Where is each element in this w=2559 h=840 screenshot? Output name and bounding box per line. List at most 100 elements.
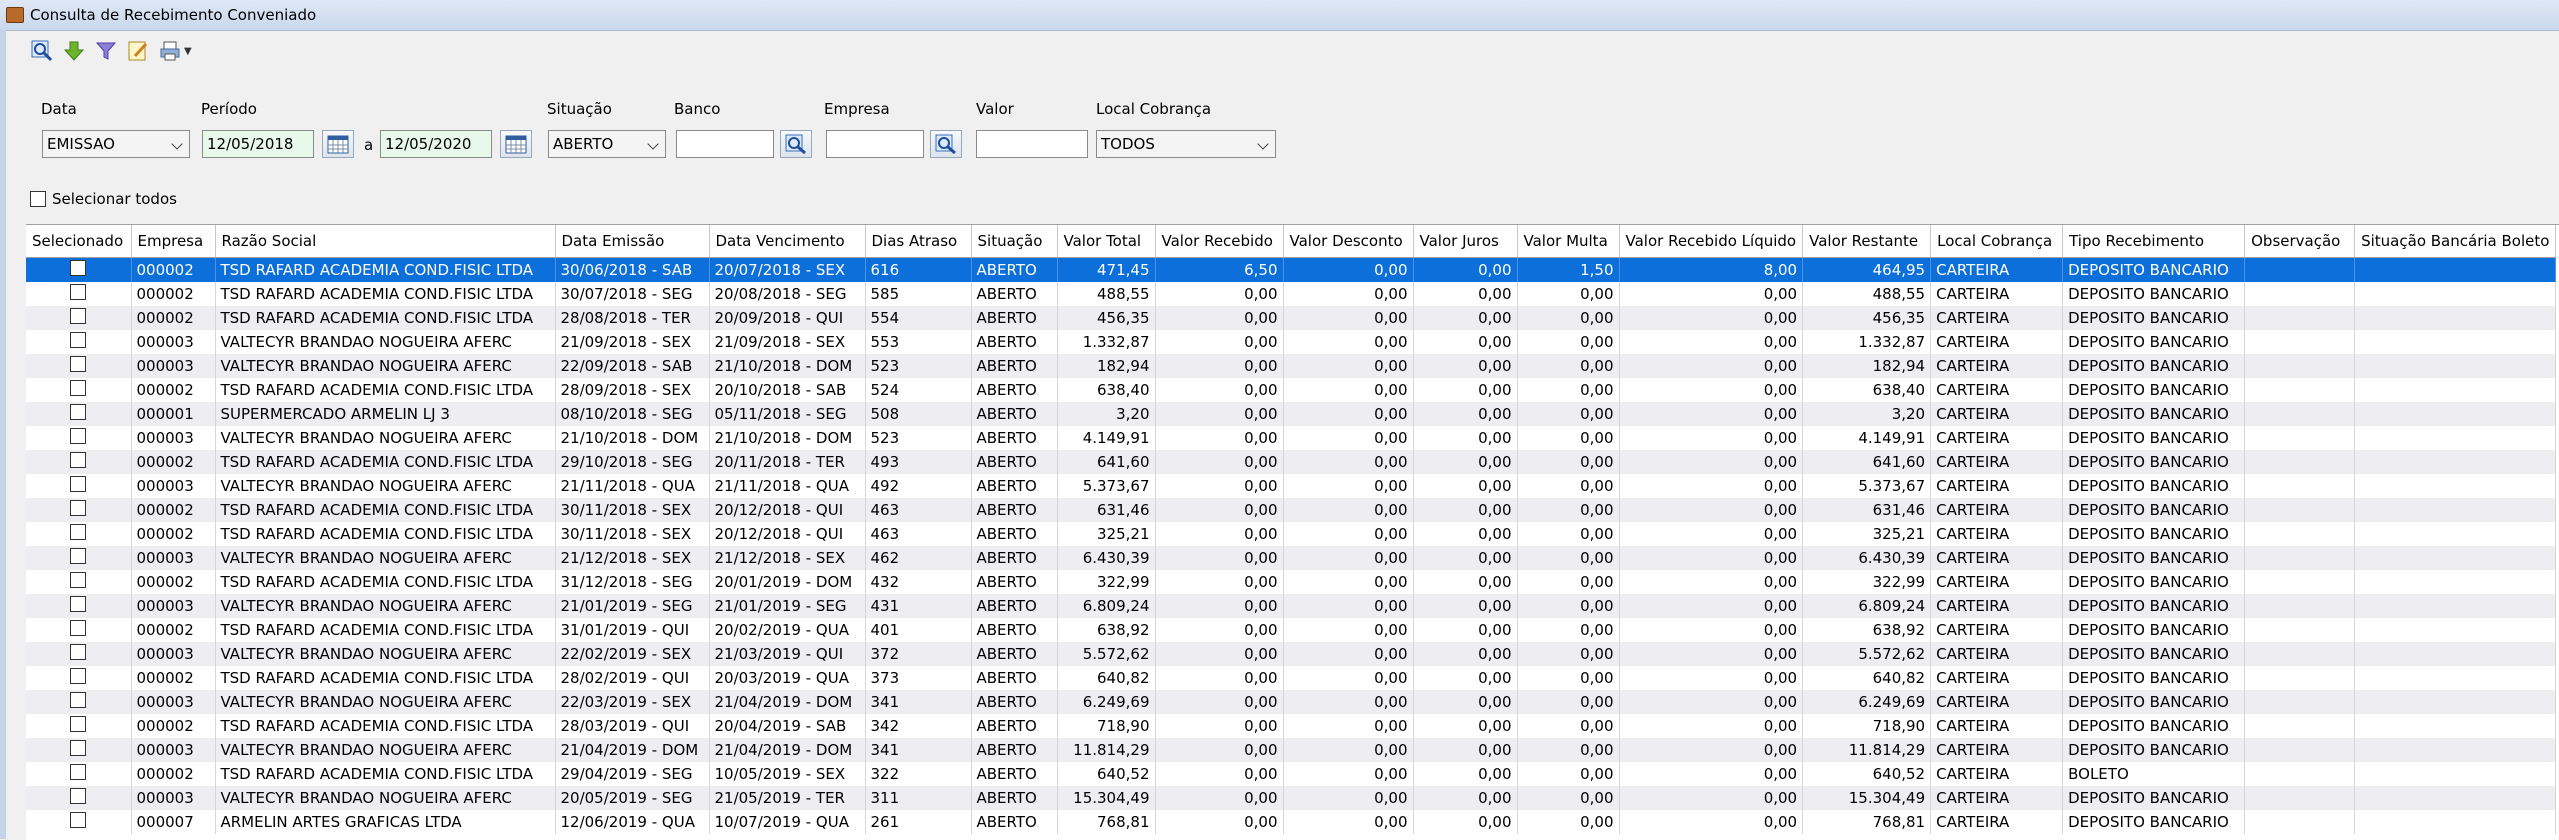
local-cobranca-select[interactable]: TODOS: [1096, 130, 1276, 158]
row-select-cell[interactable]: [26, 498, 132, 522]
download-arrow-icon[interactable]: [62, 39, 86, 63]
print-dropdown-icon[interactable]: ▼: [184, 46, 192, 57]
row-checkbox[interactable]: [70, 380, 87, 396]
table-row[interactable]: 000002 TSD RAFARD ACADEMIA COND.FISIC LTD…: [26, 666, 2557, 690]
table-row[interactable]: 000002 TSD RAFARD ACADEMIA COND.FISIC LTD…: [26, 378, 2557, 402]
row-select-cell[interactable]: [26, 570, 132, 594]
select-all-checkbox[interactable]: [30, 191, 46, 207]
table-row[interactable]: 000002 TSD RAFARD ACADEMIA COND.FISIC LTD…: [26, 618, 2557, 642]
column-header[interactable]: Local Cobrança: [1930, 225, 2064, 258]
table-row[interactable]: 000003 VALTECYR BRANDAO NOGUEIRA AFERC 21/…: [26, 594, 2557, 618]
row-select-cell[interactable]: [26, 330, 132, 354]
table-row[interactable]: 000002 TSD RAFARD ACADEMIA COND.FISIC LTD…: [26, 522, 2557, 546]
row-select-cell[interactable]: [26, 666, 132, 690]
row-select-cell[interactable]: [26, 714, 132, 738]
column-header[interactable]: Empresa: [131, 225, 216, 258]
row-checkbox[interactable]: [70, 644, 87, 660]
row-select-cell[interactable]: [26, 594, 132, 618]
row-checkbox[interactable]: [70, 596, 87, 612]
table-row[interactable]: 000002 TSD RAFARD ACADEMIA COND.FISIC LTD…: [26, 570, 2557, 594]
row-checkbox[interactable]: [70, 428, 87, 444]
column-header[interactable]: Valor Multa: [1517, 225, 1620, 258]
row-select-cell[interactable]: [26, 786, 132, 810]
row-select-cell[interactable]: [26, 426, 132, 450]
table-row[interactable]: 000007 ARMELIN ARTES GRAFICAS LTDA 12/06/2…: [26, 810, 2557, 834]
table-row[interactable]: 000002 TSD RAFARD ACADEMIA COND.FISIC LTD…: [26, 762, 2557, 786]
table-row[interactable]: 000003 VALTECYR BRANDAO NOGUEIRA AFERC 20/…: [26, 786, 2557, 810]
table-row[interactable]: 000003 VALTECYR BRANDAO NOGUEIRA AFERC 22/…: [26, 354, 2557, 378]
column-header[interactable]: Tipo Recebimento: [2062, 225, 2246, 258]
row-checkbox[interactable]: [70, 404, 87, 420]
row-select-cell[interactable]: [26, 257, 132, 282]
row-checkbox[interactable]: [70, 620, 87, 636]
row-select-cell[interactable]: [26, 618, 132, 642]
table-row[interactable]: 000002 TSD RAFARD ACADEMIA COND.FISIC LTD…: [26, 306, 2557, 330]
table-row[interactable]: 000003 VALTECYR BRANDAO NOGUEIRA AFERC 22/…: [26, 642, 2557, 666]
row-select-cell[interactable]: [26, 474, 132, 498]
calendar-to-button[interactable]: [500, 130, 532, 158]
row-checkbox[interactable]: [70, 500, 87, 516]
row-checkbox[interactable]: [70, 716, 87, 732]
row-checkbox[interactable]: [70, 668, 87, 684]
empresa-field[interactable]: [826, 130, 924, 158]
row-checkbox[interactable]: [70, 356, 87, 372]
row-select-cell[interactable]: [26, 642, 132, 666]
row-select-cell[interactable]: [26, 354, 132, 378]
row-checkbox[interactable]: [70, 812, 87, 828]
column-header[interactable]: Selecionado: [26, 225, 132, 258]
banco-field[interactable]: [676, 130, 774, 158]
column-header[interactable]: Observação: [2244, 225, 2356, 258]
table-row[interactable]: 000002 TSD RAFARD ACADEMIA COND.FISIC LTD…: [26, 282, 2557, 306]
row-select-cell[interactable]: [26, 690, 132, 714]
column-header[interactable]: Valor Total: [1057, 225, 1156, 258]
table-row[interactable]: 000003 VALTECYR BRANDAO NOGUEIRA AFERC 21/…: [26, 738, 2557, 762]
row-checkbox[interactable]: [70, 740, 87, 756]
empresa-search-button[interactable]: [930, 130, 962, 158]
row-select-cell[interactable]: [26, 738, 132, 762]
column-header[interactable]: Razão Social: [215, 225, 556, 258]
column-header[interactable]: Data Vencimento: [709, 225, 866, 258]
periodo-from-field[interactable]: 12/05/2018: [202, 130, 314, 158]
results-grid[interactable]: Selecionado Empresa Razão Social Data Emiss…: [26, 224, 2559, 840]
column-header[interactable]: Valor Recebido Líquido: [1619, 225, 1804, 258]
row-checkbox[interactable]: [70, 332, 87, 348]
banco-search-button[interactable]: [780, 130, 812, 158]
row-select-cell[interactable]: [26, 402, 132, 426]
row-checkbox[interactable]: [70, 476, 87, 492]
column-header[interactable]: Situação: [971, 225, 1058, 258]
column-header[interactable]: Dias Atraso: [865, 225, 972, 258]
table-row[interactable]: 000002 TSD RAFARD ACADEMIA COND.FISIC LTD…: [26, 450, 2557, 474]
table-row[interactable]: 000003 VALTECYR BRANDAO NOGUEIRA AFERC 21/…: [26, 546, 2557, 570]
row-checkbox[interactable]: [70, 788, 87, 804]
table-row[interactable]: 000003 VALTECYR BRANDAO NOGUEIRA AFERC 21/…: [26, 426, 2557, 450]
row-checkbox[interactable]: [70, 524, 87, 540]
row-checkbox[interactable]: [70, 284, 87, 300]
table-row[interactable]: 000003 VALTECYR BRANDAO NOGUEIRA AFERC 21/…: [26, 330, 2557, 354]
row-select-cell[interactable]: [26, 522, 132, 546]
table-row[interactable]: 000003 VALTECYR BRANDAO NOGUEIRA AFERC 22/…: [26, 690, 2557, 714]
row-checkbox[interactable]: [70, 548, 87, 564]
column-header[interactable]: Situação Bancária Boleto: [2354, 225, 2557, 258]
table-row[interactable]: 000001 SUPERMERCADO ARMELIN LJ 3 08/10/201…: [26, 402, 2557, 426]
row-select-cell[interactable]: [26, 546, 132, 570]
table-row[interactable]: 000002 TSD RAFARD ACADEMIA COND.FISIC LTD…: [26, 498, 2557, 522]
periodo-to-field[interactable]: 12/05/2020: [380, 130, 492, 158]
calendar-from-button[interactable]: [322, 130, 354, 158]
row-checkbox[interactable]: [70, 764, 87, 780]
row-checkbox[interactable]: [70, 692, 87, 708]
table-row[interactable]: 000003 VALTECYR BRANDAO NOGUEIRA AFERC 21/…: [26, 474, 2557, 498]
row-select-cell[interactable]: [26, 378, 132, 402]
column-header[interactable]: Valor Restante: [1802, 225, 1932, 258]
search-icon[interactable]: [30, 39, 54, 63]
column-header[interactable]: Valor Juros: [1413, 225, 1518, 258]
column-header[interactable]: Data Emissão: [555, 225, 710, 258]
table-row[interactable]: 000002 TSD RAFARD ACADEMIA COND.FISIC LTD…: [26, 257, 2557, 282]
row-select-cell[interactable]: [26, 762, 132, 786]
row-checkbox[interactable]: [70, 572, 87, 588]
row-select-cell[interactable]: [26, 810, 132, 834]
data-select[interactable]: EMISSAO: [42, 130, 190, 158]
situacao-select[interactable]: ABERTO: [548, 130, 666, 158]
valor-field[interactable]: [976, 130, 1088, 158]
row-checkbox[interactable]: [70, 260, 87, 276]
row-select-cell[interactable]: [26, 450, 132, 474]
